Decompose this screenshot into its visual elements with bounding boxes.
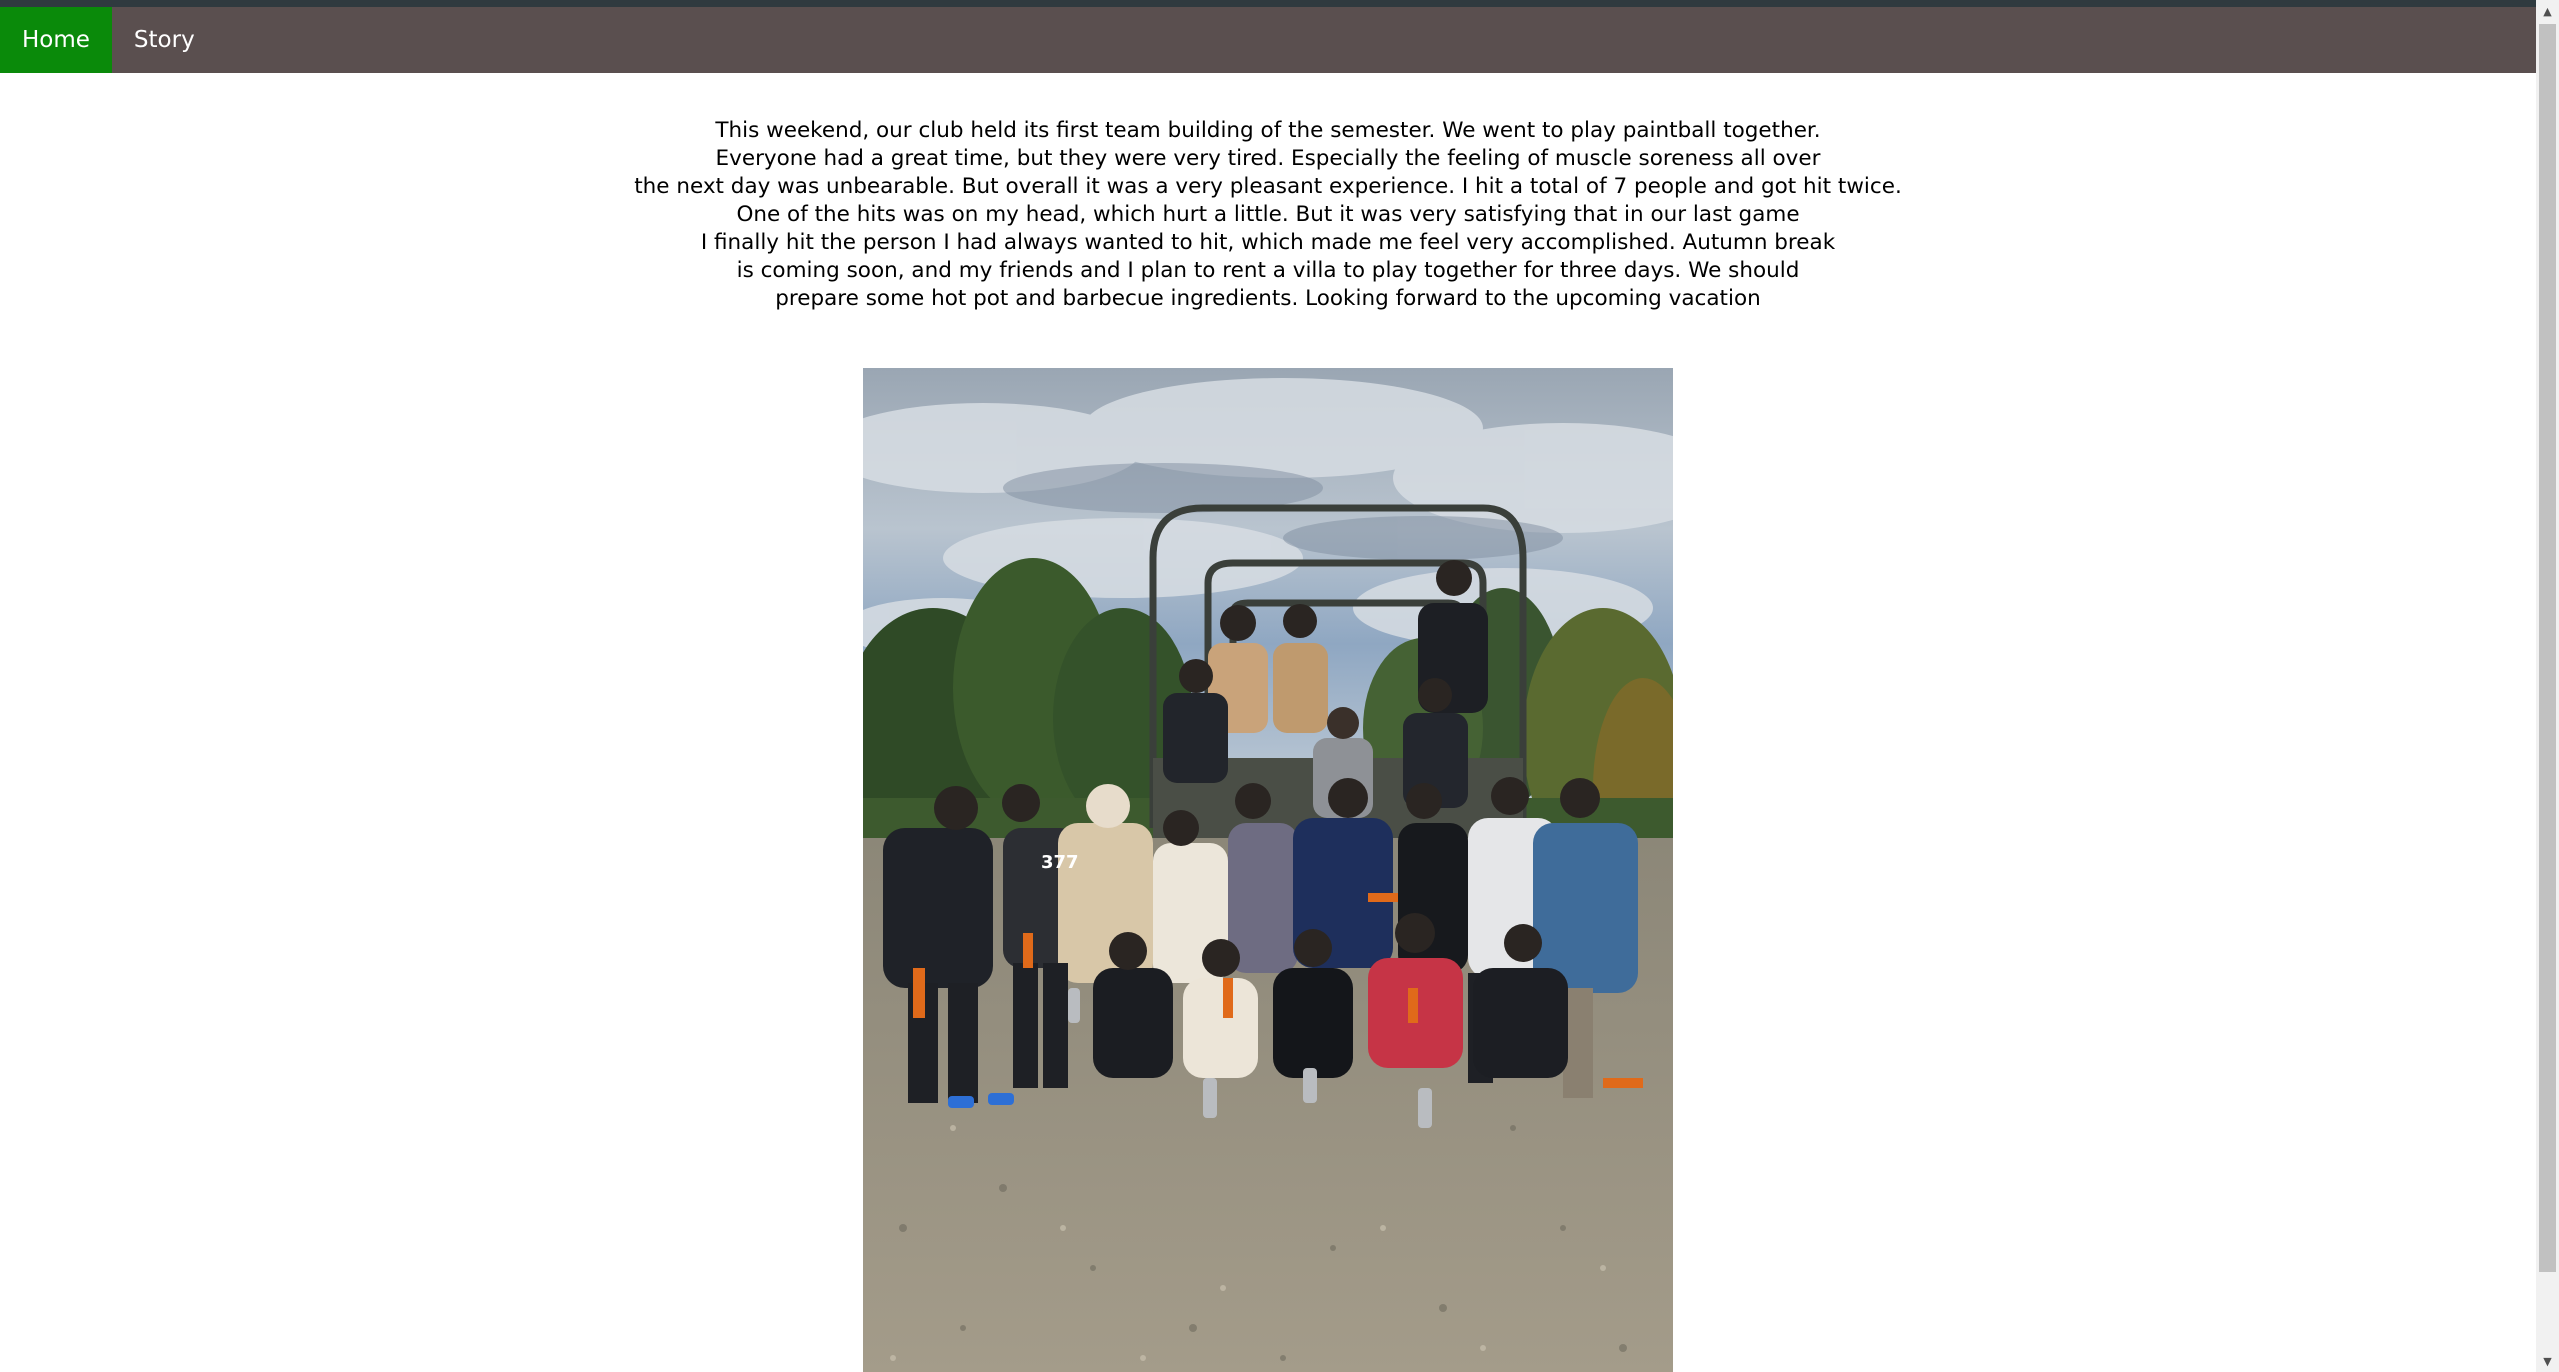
story-line: prepare some hot pot and barbecue ingred…	[775, 286, 1761, 311]
story-line: Everyone had a great time, but they were…	[715, 146, 1821, 171]
scroll-thumb[interactable]	[2539, 24, 2556, 1272]
window-top-strip	[0, 0, 2536, 7]
story-line: is coming soon, and my friends and I pla…	[736, 258, 1800, 283]
story-line: One of the hits was on my head, which hu…	[736, 202, 1800, 227]
scroll-up-icon[interactable]: ▲	[2536, 0, 2559, 22]
story-line: the next day was unbearable. But overall…	[634, 174, 1902, 199]
story-line: I finally hit the person I had always wa…	[700, 230, 1836, 255]
shirt-number: 377	[1041, 852, 1079, 873]
top-navbar: Home Story	[0, 7, 2536, 73]
story-paragraph: This weekend, our club held its first te…	[600, 117, 1936, 313]
nav-story-link[interactable]: Story	[112, 7, 217, 73]
group-photo: 377	[863, 368, 1673, 1372]
scroll-down-icon[interactable]: ▼	[2536, 1350, 2559, 1372]
vertical-scrollbar[interactable]: ▲ ▼	[2536, 0, 2559, 1372]
nav-home-link[interactable]: Home	[0, 7, 112, 73]
browser-viewport: Home Story This weekend, our club held i…	[0, 0, 2559, 1372]
main-content: This weekend, our club held its first te…	[0, 73, 2536, 1372]
story-line: This weekend, our club held its first te…	[715, 118, 1821, 143]
